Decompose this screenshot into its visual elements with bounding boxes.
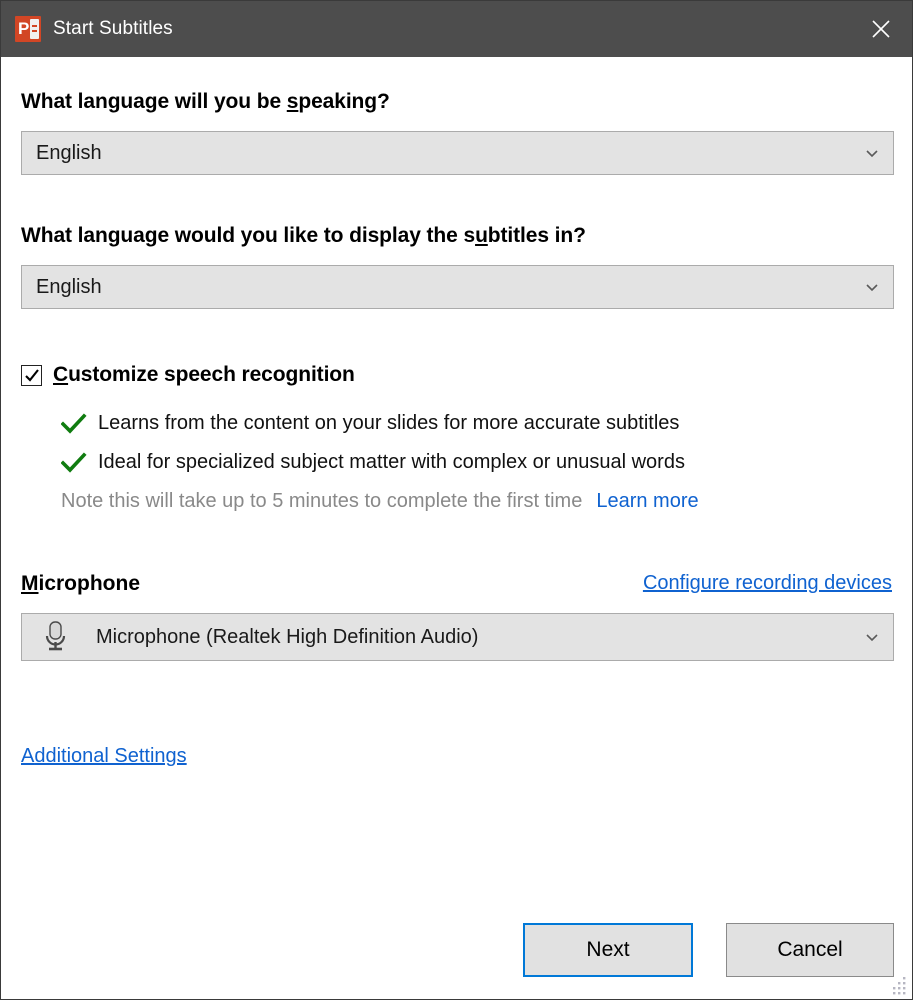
powerpoint-icon: P: [15, 16, 41, 42]
speaking-language-combo[interactable]: English: [21, 131, 894, 175]
subtitle-language-label: What language would you like to display …: [21, 224, 586, 247]
microphone-label: Microphone: [21, 572, 141, 595]
microphone-value: Microphone (Realtek High Definition Audi…: [96, 625, 479, 648]
chevron-down-icon: [865, 630, 879, 644]
customize-speech-recognition-checkbox[interactable]: Customize speech recognition: [21, 363, 355, 387]
chevron-down-icon: [865, 280, 879, 294]
benefit-item: Ideal for specialized subject matter wit…: [61, 451, 685, 474]
microphone-icon: [40, 620, 70, 654]
benefit-text: Ideal for specialized subject matter wit…: [98, 451, 685, 473]
customize-note: Note this will take up to 5 minutes to c…: [61, 490, 583, 512]
configure-recording-devices-link[interactable]: Configure recording devices: [643, 572, 892, 595]
start-subtitles-dialog: P Start Subtitles What language will you…: [0, 0, 913, 1000]
checkbox-check-icon: [21, 364, 42, 386]
next-button[interactable]: Next: [523, 923, 693, 977]
chevron-down-icon: [865, 146, 879, 160]
cancel-button[interactable]: Cancel: [726, 923, 894, 977]
subtitle-language-combo[interactable]: English: [21, 265, 894, 309]
customize-speech-recognition-label: Customize speech recognition: [53, 363, 355, 386]
next-button-label: Next: [586, 938, 630, 961]
resize-grip-icon[interactable]: [886, 974, 908, 996]
subtitle-language-value: English: [36, 275, 102, 298]
benefit-item: Learns from the content on your slides f…: [61, 412, 679, 435]
benefit-text: Learns from the content on your slides f…: [98, 412, 680, 434]
close-icon[interactable]: [848, 1, 912, 57]
speaking-language-label: What language will you be speaking?: [21, 90, 390, 113]
window-title: Start Subtitles: [53, 18, 173, 39]
microphone-combo[interactable]: Microphone (Realtek High Definition Audi…: [21, 613, 894, 661]
cancel-button-label: Cancel: [777, 938, 843, 961]
additional-settings-link[interactable]: Additional Settings: [21, 745, 187, 768]
learn-more-link[interactable]: Learn more: [596, 490, 698, 513]
green-check-icon: [61, 412, 87, 435]
speaking-language-value: English: [36, 141, 102, 164]
dialog-body: What language will you be speaking? Engl…: [1, 57, 912, 999]
title-bar[interactable]: P Start Subtitles: [1, 1, 912, 57]
green-check-icon: [61, 451, 87, 474]
customize-note-row: Note this will take up to 5 minutes to c…: [61, 490, 699, 513]
